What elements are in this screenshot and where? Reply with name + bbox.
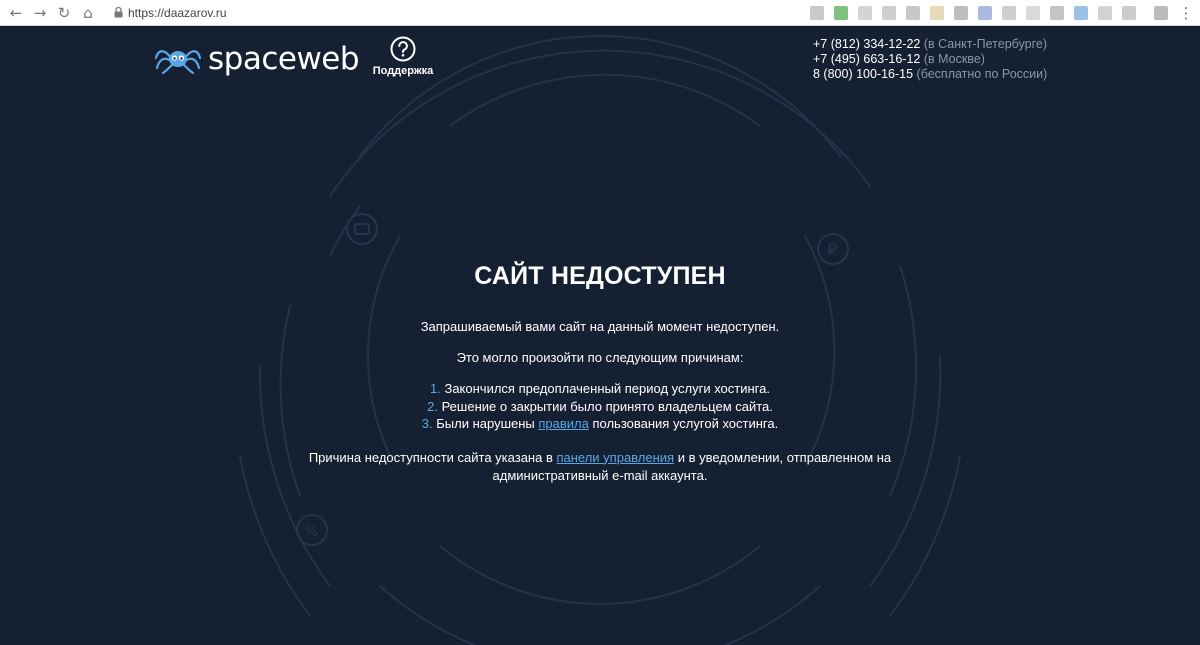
phone-number[interactable]: 8 (800) 100-16-15 [813, 67, 913, 81]
phone-number[interactable]: +7 (495) 663-16-12 [813, 52, 920, 66]
list-item: 1. Закончился предоплаченный период услу… [300, 380, 900, 398]
control-panel-link[interactable]: панели управления [556, 450, 674, 465]
address-bar[interactable]: https://daazarov.ru [128, 3, 227, 23]
reload-icon[interactable]: ↻ [54, 3, 74, 23]
home-icon[interactable]: ⌂ [78, 3, 98, 23]
extension-icon[interactable] [834, 6, 848, 20]
extension-icon[interactable] [930, 6, 944, 20]
phone-row: 8 (800) 100-16-15 (бесплатно по России) [813, 67, 1047, 82]
footer-text: Причина недоступности сайта указана в па… [300, 449, 900, 485]
extension-icon[interactable] [810, 6, 824, 20]
extension-icon[interactable] [978, 6, 992, 20]
question-circle-icon [390, 36, 416, 62]
phone-number[interactable]: +7 (812) 334-12-22 [813, 37, 920, 51]
phone-list: +7 (812) 334-12-22 (в Санкт-Петербурге) … [813, 37, 1047, 82]
arrow-left-icon[interactable]: ← [6, 3, 26, 23]
spaceweb-logo[interactable]: spaceweb [154, 40, 360, 80]
list-number: 1. [430, 381, 441, 396]
reason-text: Решение о закрытии было принято владельц… [441, 398, 773, 414]
reason-text: Были нарушены [436, 416, 539, 431]
phone-note: (в Санкт-Петербурге) [920, 37, 1047, 51]
extension-icon[interactable] [1002, 6, 1016, 20]
list-number: 2. [427, 398, 438, 414]
list-item: 3. Были нарушены правила пользования усл… [300, 415, 900, 433]
profile-icon[interactable] [1154, 6, 1168, 20]
extension-icon[interactable] [1098, 6, 1112, 20]
rules-link[interactable]: правила [538, 416, 588, 431]
extension-icon[interactable] [906, 6, 920, 20]
intro-text: Запрашиваемый вами сайт на данный момент… [420, 319, 780, 334]
extension-icon[interactable] [954, 6, 968, 20]
extension-icon[interactable] [882, 6, 896, 20]
support-label: Поддержка [372, 65, 434, 77]
extension-icon[interactable] [1050, 6, 1064, 20]
list-item: 2. Решение о закрытии было принято владе… [300, 398, 900, 416]
extension-icon[interactable] [1122, 6, 1136, 20]
page-title: САЙТ НЕДОСТУПЕН [474, 262, 726, 290]
support-link[interactable]: Поддержка [370, 36, 436, 82]
reason-text: Закончился предоплаченный период услуги … [444, 381, 770, 396]
footer-text-before: Причина недоступности сайта указана в [308, 449, 557, 465]
extension-icon[interactable] [1026, 6, 1040, 20]
menu-icon[interactable]: ⋮ [1176, 3, 1196, 23]
svg-text:%: % [304, 522, 318, 540]
page: ₽ % spaceweb Поддержка +7 (812) 334-12-2… [0, 26, 1200, 645]
lock-icon [114, 7, 123, 18]
list-number: 3. [421, 416, 433, 431]
extension-icon[interactable] [858, 6, 872, 20]
logo-text: spaceweb [208, 41, 360, 77]
arrow-right-icon[interactable]: → [30, 3, 50, 23]
reason-text: пользования услугой хостинга. [588, 416, 779, 431]
phone-note: (в Москве) [920, 52, 985, 66]
phone-note: (бесплатно по России) [913, 67, 1048, 81]
reasons-heading: Это могло произойти по следующим причина… [456, 350, 744, 365]
reasons-list: 1. Закончился предоплаченный период услу… [300, 380, 900, 433]
spider-logo-icon [154, 50, 202, 75]
main-content: САЙТ НЕДОСТУПЕН Запрашиваемый вами сайт … [300, 256, 900, 485]
phone-row: +7 (812) 334-12-22 (в Санкт-Петербурге) [813, 37, 1047, 52]
extension-icon[interactable] [1074, 6, 1088, 20]
phone-row: +7 (495) 663-16-12 (в Москве) [813, 52, 1047, 67]
browser-toolbar: ← → ↻ ⌂ https://daazarov.ru ⋮ [0, 0, 1200, 26]
